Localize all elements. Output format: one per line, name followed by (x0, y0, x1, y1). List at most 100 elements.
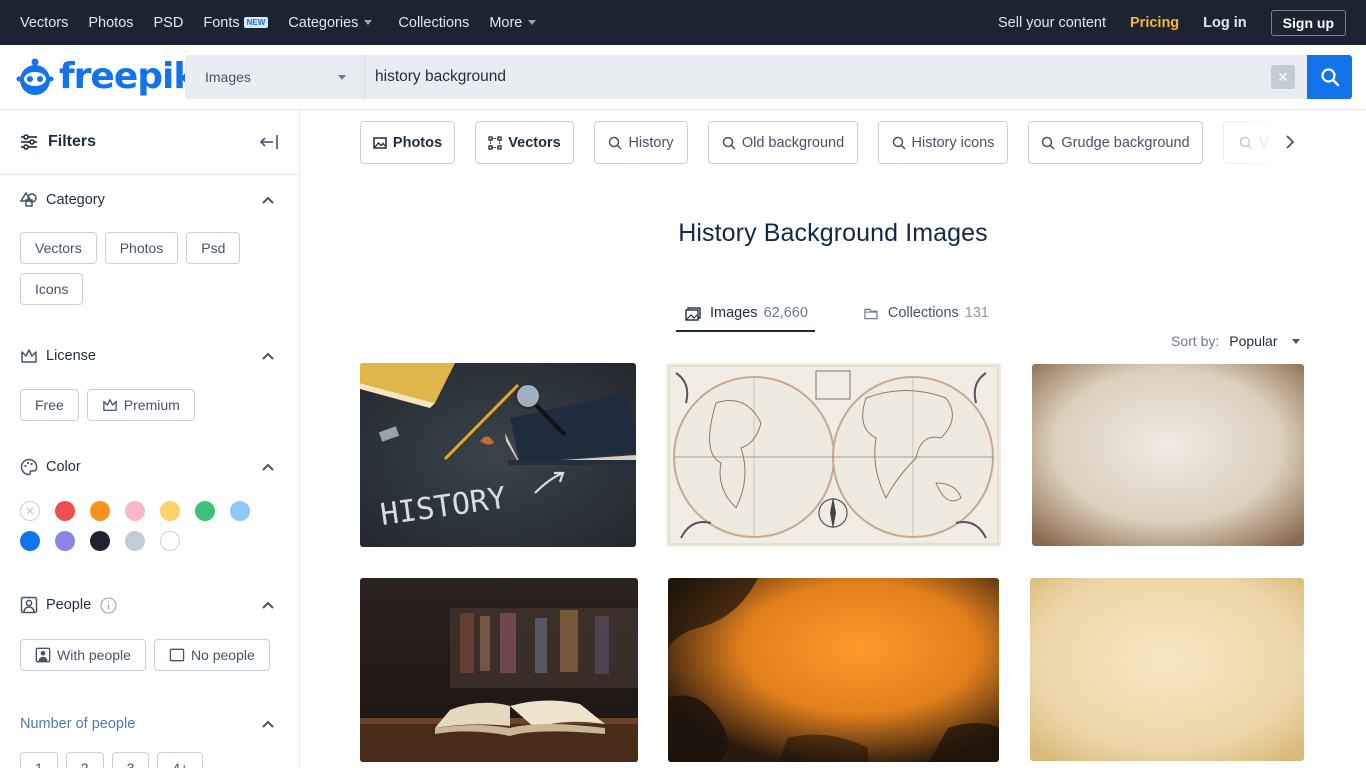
sell-content-link[interactable]: Sell your content (998, 15, 1106, 31)
chevron-up-icon[interactable] (262, 196, 274, 204)
people-chip-with[interactable]: With people (20, 639, 146, 671)
result-image-library-book[interactable] (360, 578, 638, 762)
number-of-people-chips: 1 2 3 4+ (20, 752, 279, 768)
filters-title: Filters (48, 133, 97, 150)
info-icon[interactable] (100, 596, 117, 614)
license-label: License (46, 348, 96, 364)
sliders-icon (21, 134, 37, 150)
color-swatch-gray[interactable] (125, 531, 145, 551)
crown-icon (21, 349, 37, 363)
chalkboard-books-image: HISTORY (360, 363, 636, 547)
search-icon (892, 136, 906, 150)
freepik-logo[interactable]: freepik (15, 56, 197, 97)
color-swatch-blue[interactable] (20, 531, 40, 551)
result-image-world-map[interactable] (666, 363, 1001, 547)
tag-history-icons[interactable]: History icons (878, 121, 1008, 164)
license-chip-premium[interactable]: Premium (86, 389, 195, 421)
tag-history-icons-label: History icons (911, 134, 995, 151)
no-color-icon (26, 507, 34, 515)
tag-old-background[interactable]: Old background (708, 121, 858, 164)
color-swatch-pink[interactable] (125, 501, 145, 521)
people-count-chip-2[interactable]: 2 (65, 752, 104, 768)
color-swatch-black[interactable] (90, 531, 110, 551)
chevron-up-icon[interactable] (262, 601, 274, 609)
tag-old-background-label: Old background (741, 134, 845, 151)
clear-search-button[interactable]: ✕ (1271, 65, 1295, 89)
number-of-people-header[interactable]: Number of people (20, 714, 279, 734)
number-of-people-label: Number of people (20, 716, 136, 732)
license-chip-free[interactable]: Free (20, 389, 79, 421)
search-input[interactable] (365, 55, 1271, 99)
license-header[interactable]: License (20, 346, 279, 366)
tags-fade (1240, 121, 1305, 164)
pricing-link[interactable]: Pricing (1130, 15, 1179, 31)
tag-grudge-background[interactable]: Grudge background (1028, 121, 1203, 164)
people-count-chip-3[interactable]: 3 (111, 752, 150, 768)
signup-button[interactable]: Sign up (1270, 9, 1346, 36)
result-image-old-paper[interactable] (1032, 364, 1304, 546)
chevron-up-icon[interactable] (262, 720, 274, 728)
color-swatch-orange[interactable] (90, 501, 110, 521)
people-chip-without[interactable]: No people (153, 639, 270, 671)
chevron-up-icon[interactable] (262, 352, 274, 360)
nav-collections[interactable]: Collections (398, 15, 469, 31)
nav-more[interactable]: More (489, 15, 537, 31)
category-header[interactable]: Category (20, 190, 279, 210)
color-swatch-light-blue[interactable] (230, 501, 250, 521)
color-swatch-none[interactable] (20, 501, 40, 521)
color-swatch-red[interactable] (55, 501, 75, 521)
category-chip-icons[interactable]: Icons (20, 273, 84, 305)
tab-images[interactable]: Images 62,660 (676, 300, 815, 332)
collapse-sidebar-icon[interactable] (259, 134, 279, 150)
tab-images-count: 62,660 (763, 305, 808, 321)
category-label: Category (46, 192, 105, 208)
tag-photos-label: Photos (392, 134, 443, 151)
result-image-orange-grunge[interactable] (668, 578, 999, 762)
search-type-select[interactable]: Images (185, 55, 365, 99)
people-chips: With people No people (20, 639, 279, 671)
chevron-up-icon[interactable] (262, 463, 274, 471)
chevron-down-icon (528, 20, 537, 25)
vector-nodes-icon (488, 135, 502, 150)
search-button[interactable] (1307, 55, 1352, 99)
new-badge: NEW (243, 17, 269, 28)
color-swatch-white[interactable] (160, 531, 180, 551)
chevron-right-icon[interactable] (1285, 134, 1295, 150)
people-count-chip-1[interactable]: 1 (20, 752, 58, 768)
tab-collections[interactable]: Collections 131 (864, 300, 989, 332)
result-image-history-chalkboard[interactable]: HISTORY (360, 363, 636, 547)
nav-fonts-label: Fonts (203, 14, 240, 31)
result-image-beige-paper[interactable] (1030, 578, 1304, 761)
search-type-value: Images (205, 69, 251, 85)
nav-categories[interactable]: Categories (288, 15, 373, 31)
freepik-mascot-icon (16, 58, 54, 95)
tag-history-label: History (628, 134, 674, 151)
people-count-chip-4plus[interactable]: 4+ (157, 752, 204, 768)
color-swatch-yellow[interactable] (160, 501, 180, 521)
color-swatch-purple[interactable] (55, 531, 75, 551)
nav-photos[interactable]: Photos (88, 15, 133, 31)
person-frame-icon (20, 596, 38, 614)
tag-history[interactable]: History (594, 121, 688, 164)
color-header[interactable]: Color (20, 457, 279, 477)
tag-photos[interactable]: Photos (360, 121, 455, 164)
search-icon (609, 136, 622, 150)
people-header[interactable]: People (20, 595, 279, 615)
chevron-down-icon (338, 75, 346, 80)
sort-control[interactable]: Sort by: Popular (1171, 333, 1300, 349)
chevron-down-icon (364, 20, 373, 25)
people-label: People (46, 597, 92, 613)
license-section: License Free Premium (0, 346, 299, 421)
category-section: Category Vectors Photos Psd Icons (0, 190, 299, 305)
color-swatch-green[interactable] (195, 501, 215, 521)
category-chip-photos[interactable]: Photos (104, 232, 179, 264)
login-link[interactable]: Log in (1203, 15, 1247, 31)
category-chip-psd[interactable]: Psd (186, 232, 241, 264)
shapes-icon (20, 192, 37, 207)
nav-vectors[interactable]: Vectors (20, 15, 68, 31)
category-chip-vectors[interactable]: Vectors (20, 232, 97, 264)
close-icon: ✕ (1277, 68, 1289, 85)
nav-fonts[interactable]: Fonts NEW (203, 14, 269, 31)
nav-psd[interactable]: PSD (154, 15, 184, 31)
tag-vectors[interactable]: Vectors (475, 121, 574, 164)
